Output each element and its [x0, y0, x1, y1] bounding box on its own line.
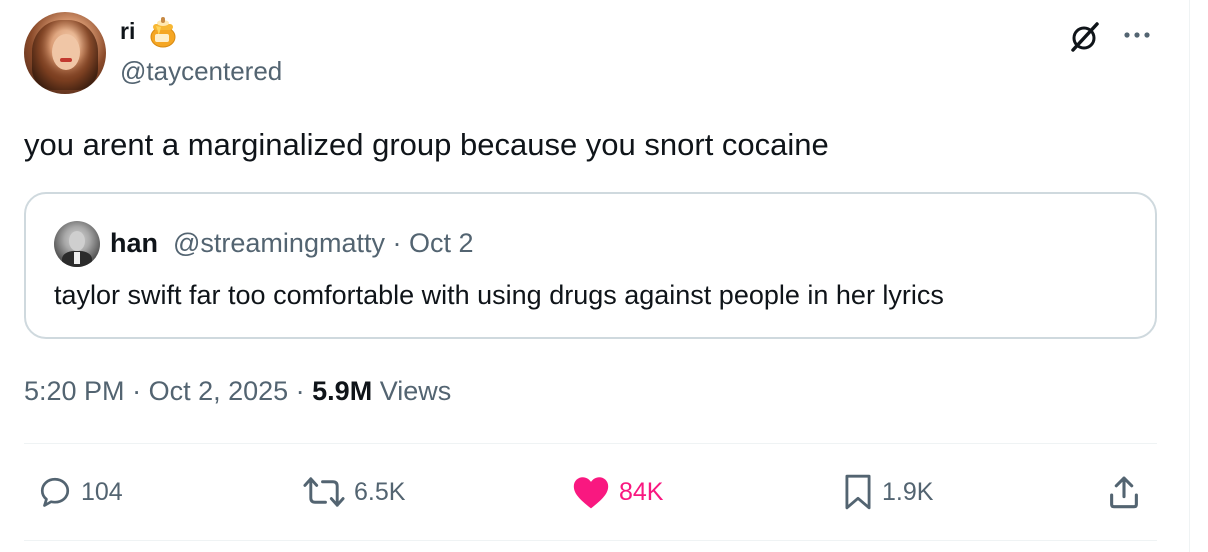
views-label: Views [372, 376, 452, 406]
share-button[interactable] [1107, 472, 1141, 512]
grok-icon[interactable] [1068, 20, 1102, 54]
quoted-author-meta: @streamingmatty · Oct 2 [173, 228, 474, 258]
reply-count: 104 [81, 478, 123, 506]
quoted-author-name: han [110, 228, 159, 258]
views-count: 5.9M [312, 376, 373, 406]
author-avatar[interactable] [24, 12, 106, 94]
author-display-name[interactable]: ri [120, 16, 135, 46]
repost-button[interactable]: 6.5K [302, 472, 405, 512]
quoted-tweet-text: taylor swift far too comfortable with us… [54, 280, 944, 310]
bookmark-icon [845, 474, 871, 510]
author-handle[interactable]: @taycentered [120, 55, 282, 87]
divider [24, 443, 1157, 444]
more-icon[interactable] [1120, 20, 1154, 50]
tweet-text: you arent a marginalized group because y… [24, 127, 829, 162]
timeline-border [1189, 0, 1190, 552]
quoted-tweet-card[interactable]: han @streamingmatty · Oct 2 taylor swift… [24, 192, 1157, 339]
like-count: 84K [619, 478, 664, 506]
reply-button[interactable]: 104 [37, 472, 123, 512]
repost-icon [303, 477, 345, 507]
honey-pot-emoji-icon [150, 17, 176, 48]
tweet-meta: 5:20 PM · Oct 2, 2025 · 5.9M Views [24, 373, 451, 409]
reply-icon [40, 477, 70, 507]
divider [24, 540, 1157, 541]
share-icon [1110, 476, 1138, 509]
meta-separator: · [288, 376, 313, 406]
tweet-time[interactable]: 5:20 PM [24, 376, 125, 406]
tweet-date[interactable]: Oct 2, 2025 [149, 376, 289, 406]
heart-icon [573, 477, 609, 509]
meta-separator: · [124, 376, 149, 406]
bookmark-count: 1.9K [882, 478, 934, 506]
like-button[interactable]: 84K [571, 472, 663, 512]
bookmark-button[interactable]: 1.9K [842, 472, 933, 512]
repost-count: 6.5K [354, 478, 406, 506]
quoted-author-avatar [54, 221, 100, 267]
